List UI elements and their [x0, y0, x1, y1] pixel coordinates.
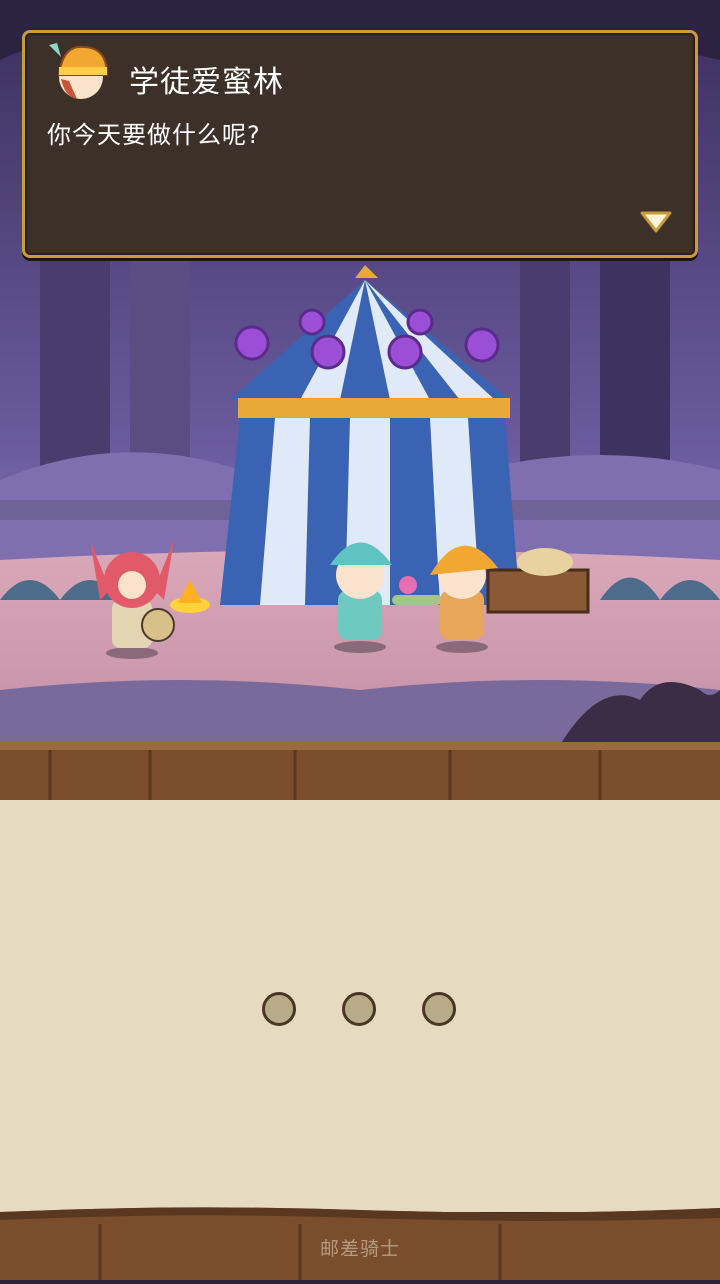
dialog-text: 你今天要做什么呢? [47, 121, 261, 149]
speaker-name: 学徒爱蜜林 [129, 65, 284, 100]
loading-dot [262, 992, 296, 1026]
loading-indicator [0, 992, 720, 1032]
footer-title: 邮差骑士 [319, 1238, 400, 1260]
loading-dot [422, 992, 456, 1026]
dialog-box[interactable]: 学徒爱蜜林 你今天要做什么呢? [22, 30, 698, 258]
apprentice-portrait-icon [43, 37, 115, 103]
loading-dot [342, 992, 376, 1026]
triangle-down-icon[interactable] [639, 209, 673, 235]
